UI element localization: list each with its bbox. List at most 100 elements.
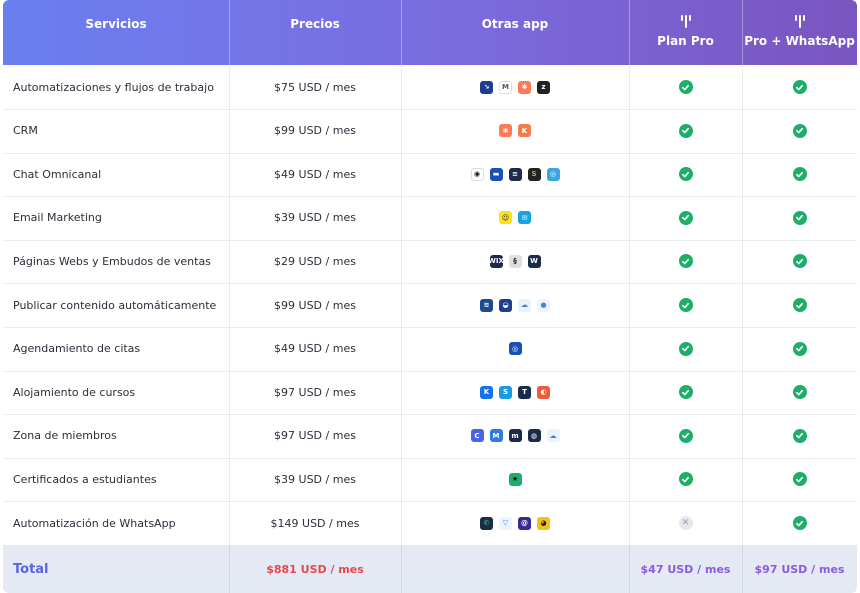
service-name: Automatización de WhatsApp: [13, 516, 176, 530]
plan-pro-included: [629, 239, 742, 283]
hubspot-icon: ✱: [499, 124, 512, 138]
funnel-icon: ▽: [499, 516, 512, 530]
table-row: Email Marketing $39 USD / mes ☺ ✉: [3, 196, 857, 241]
pro-whatsapp-price: $97 USD / mes: [754, 562, 845, 576]
table-row: Publicar contenido automáticamente $99 US…: [3, 283, 857, 328]
other-apps: C Mm ◍ ☁: [401, 414, 629, 458]
other-apps: ✱ K: [401, 109, 629, 153]
check-icon: [678, 385, 693, 400]
pro-whatsapp-included: [742, 109, 857, 153]
pro-whatsapp-included: [742, 196, 857, 240]
check-icon: [792, 210, 807, 225]
check-icon: [678, 210, 693, 225]
other-apps: ◎: [401, 327, 629, 371]
plan-pro-included: [629, 65, 742, 109]
wix-icon: WIX: [488, 254, 504, 268]
memberpress-icon: M: [489, 429, 503, 443]
pro-whatsapp-included: [742, 327, 857, 371]
service-price: $49 USD / mes: [274, 342, 356, 356]
service-price: $97 USD / mes: [274, 385, 356, 399]
check-icon: [678, 472, 693, 487]
kajabi-icon: K: [480, 385, 493, 399]
whatsapp-icon: ✆: [480, 516, 493, 530]
hootsuite-icon: ◒: [499, 298, 512, 312]
check-icon: [792, 123, 807, 138]
other-apps: K S T ◐: [401, 370, 629, 414]
shopify-icon: S: [527, 167, 541, 181]
column-divider: [401, 545, 402, 593]
service-name: Publicar contenido automáticamente: [13, 298, 217, 312]
pro-whatsapp-included: [742, 370, 857, 414]
service-name: Zona de miembros: [13, 429, 117, 443]
table-row: Chat Omnicanal $49 USD / mes ◉ ▬ ≡ S ◎: [3, 152, 857, 198]
header-services: Servicios: [85, 17, 147, 31]
check-icon: [678, 428, 693, 443]
header-pro-whatsapp: Pro + WhatsApp: [742, 0, 857, 65]
service-price: $29 USD / mes: [274, 254, 356, 268]
skool-icon: S: [499, 385, 512, 399]
calendly-icon: ◎: [508, 342, 522, 356]
check-icon: [792, 385, 807, 400]
campaign-monitor-icon: ✉: [518, 211, 531, 225]
total-price: $881 USD / mes: [266, 562, 364, 576]
service-price: $99 USD / mes: [274, 124, 356, 138]
table-row: Certificados a estudiantes $39 USD / mes ★: [3, 457, 857, 503]
service-name: Agendamiento de citas: [13, 342, 141, 356]
column-divider: [742, 545, 743, 593]
spiral-icon: @: [518, 516, 531, 530]
plan-pro-included: [629, 152, 742, 196]
gmail-icon: M: [499, 80, 512, 94]
column-divider: [229, 65, 230, 545]
sprout-icon: ●: [537, 298, 550, 312]
plan-pro-included: [629, 414, 742, 458]
pricing-comparison-table: Servicios Precios Otras app Plan Pro Pro…: [3, 0, 857, 593]
chatwoot-icon: ◉: [470, 167, 484, 181]
mighty-icon: m: [508, 429, 522, 443]
keap-icon: K: [518, 124, 531, 138]
intercom-icon: ≡: [508, 167, 522, 181]
check-icon: [678, 254, 693, 269]
service-price: $39 USD / mes: [274, 472, 356, 486]
column-divider: [742, 65, 743, 545]
service-name: Automatizaciones y flujos de trabajo: [13, 80, 214, 94]
plan-pro-included: [629, 327, 742, 371]
check-icon: [792, 341, 807, 356]
pro-whatsapp-included: [742, 283, 857, 327]
check-icon: [792, 298, 807, 312]
squarespace-icon: §: [508, 254, 522, 268]
check-icon: [792, 472, 807, 487]
circle-icon: C: [470, 429, 484, 443]
table-row: Automatización de WhatsApp $149 USD / mes…: [3, 501, 857, 546]
plan-pro-label: Plan Pro: [657, 34, 714, 48]
pro-whatsapp-label: Pro + WhatsApp: [744, 34, 855, 48]
other-apps: ✆ ▽ @ ◕: [401, 501, 629, 545]
messenger-icon: ◎: [546, 167, 560, 181]
check-icon: [678, 123, 693, 138]
make-icon: ↘: [480, 80, 493, 94]
header-plan-pro: Plan Pro: [629, 0, 742, 65]
header-other-apps: Otras app: [481, 17, 549, 31]
pro-whatsapp-included: [742, 457, 857, 501]
plan-pro-included: [629, 109, 742, 153]
table-row: Alojamiento de cursos $97 USD / mes K S T ◐: [3, 370, 857, 416]
other-apps: ◉ ▬ ≡ S ◎: [401, 152, 629, 196]
table-header: Servicios Precios Otras app Plan Pro Pro…: [3, 0, 857, 65]
service-price: $149 USD / mes: [270, 516, 360, 530]
table-row: Zona de miembros $97 USD / mes C Mm ◍ ☁: [3, 414, 857, 459]
plan-pro-included: [629, 370, 742, 414]
service-price: $99 USD / mes: [274, 298, 356, 312]
service-name: Páginas Webs y Embudos de ventas: [13, 254, 211, 268]
pro-whatsapp-included: [742, 501, 857, 545]
service-name: Certificados a estudiantes: [13, 472, 157, 486]
table-row: CRM $99 USD / mes ✱ K: [3, 109, 857, 154]
thinkific-icon: ◐: [537, 385, 550, 399]
check-icon: [792, 428, 807, 443]
zapier-icon: z: [537, 80, 550, 94]
check-icon: [792, 254, 807, 269]
service-price: $97 USD / mes: [274, 429, 356, 443]
discord-icon: ◍: [527, 429, 541, 443]
pro-whatsapp-included: [742, 65, 857, 109]
cloud-icon: ☁: [546, 429, 560, 443]
plan-pro-price: $47 USD / mes: [640, 562, 731, 576]
total-row: Total $881 USD / mes $47 USD / mes $97 U…: [3, 545, 857, 593]
